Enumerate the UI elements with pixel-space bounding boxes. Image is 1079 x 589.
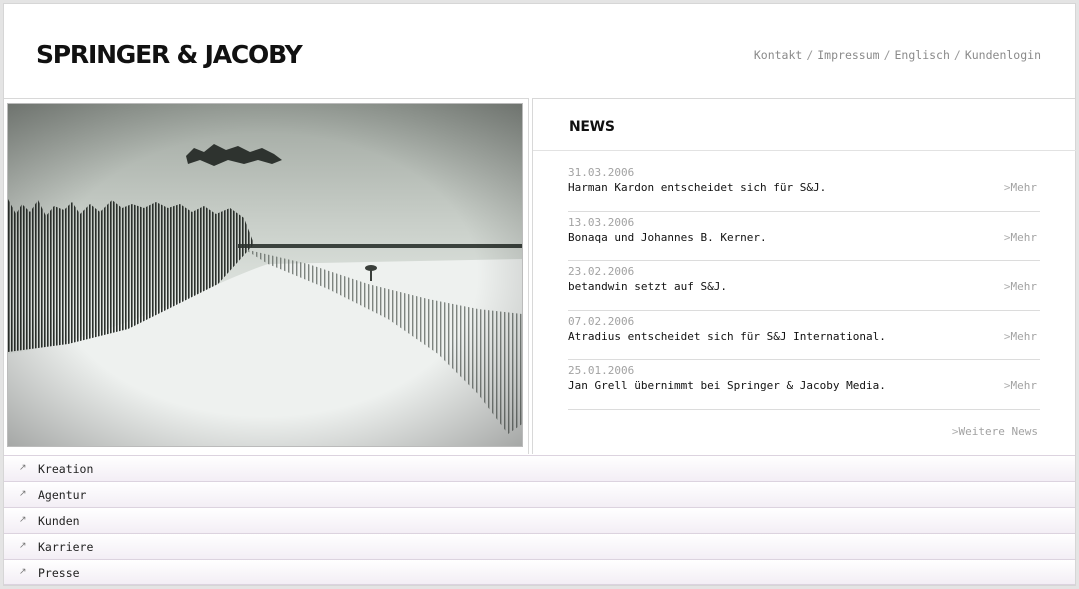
nav-item-label: Kreation [38, 462, 94, 476]
news-date: 07.02.2006 [568, 314, 635, 328]
more-news-link[interactable]: >Weitere News [952, 425, 1038, 438]
nav-item-label: Presse [38, 566, 80, 580]
news-headline[interactable]: Atradius entscheidet sich für S&J Intern… [568, 330, 886, 343]
hero-landscape-graphic [8, 104, 522, 446]
top-link-englisch[interactable]: Englisch [895, 48, 950, 62]
nav-item-presse[interactable]: ↗ Presse [4, 559, 1075, 585]
caret-icon: > [1003, 230, 1011, 244]
top-link-kontakt[interactable]: Kontakt [754, 48, 802, 62]
news-more-label: Mehr [1010, 379, 1038, 392]
news-header: NEWS [533, 99, 1076, 151]
top-link-separator: / [883, 48, 891, 62]
arrow-icon: ↗ [19, 567, 27, 577]
top-link-impressum[interactable]: Impressum [817, 48, 879, 62]
hero-image[interactable] [7, 103, 523, 447]
news-date: 25.01.2006 [568, 364, 635, 377]
news-item: 07.02.2006 Atradius entscheidet sich für… [568, 311, 1040, 360]
arrow-icon: ↗ [19, 515, 27, 525]
top-link-separator: / [953, 48, 961, 62]
news-panel: NEWS 31.03.2006 Harman Kardon entscheide… [532, 98, 1076, 454]
nav-item-kreation[interactable]: ↗ Kreation [4, 455, 1075, 481]
news-item: 25.01.2006 Jan Grell übernimmt bei Sprin… [568, 360, 1040, 410]
news-headline[interactable]: Jan Grell übernimmt bei Springer & Jacob… [568, 379, 886, 392]
nav-item-karriere[interactable]: ↗ Karriere [4, 533, 1075, 559]
nav-item-label: Agentur [38, 488, 87, 502]
caret-icon: > [951, 425, 959, 438]
page-frame: SPRINGER & JACOBY Kontakt / Impressum / Engl… [3, 3, 1076, 586]
header: SPRINGER & JACOBY Kontakt / Impressum / Engl… [4, 4, 1075, 98]
news-more-link[interactable]: >Mehr [1004, 181, 1037, 194]
news-date: 23.02.2006 [568, 265, 635, 278]
news-more-label: Mehr [1010, 329, 1038, 343]
news-more-link[interactable]: >Mehr [1004, 330, 1037, 343]
nav-item-label: Karriere [38, 540, 94, 554]
news-date: 13.03.2006 [568, 215, 635, 229]
caret-icon: > [1003, 329, 1011, 343]
news-list: 31.03.2006 Harman Kardon entscheidet sic… [568, 162, 1040, 410]
news-more-label: Mehr [1010, 280, 1038, 293]
news-more-link[interactable]: >Mehr [1004, 280, 1037, 293]
news-date: 31.03.2006 [568, 166, 635, 179]
caret-icon: > [1003, 379, 1011, 392]
news-more-label: Mehr [1010, 181, 1038, 194]
top-link-separator: / [806, 48, 814, 62]
nav-item-agentur[interactable]: ↗ Agentur [4, 481, 1075, 507]
news-item: 13.03.2006 Bonaqa und Johannes B. Kerner… [568, 212, 1040, 261]
arrow-icon: ↗ [19, 489, 27, 499]
top-navigation: Kontakt / Impressum / Englisch / Kundenlogin [754, 48, 1041, 62]
news-item: 23.02.2006 betandwin setzt auf S&J. >Meh… [568, 261, 1040, 311]
image-panel [4, 98, 529, 454]
news-headline[interactable]: Harman Kardon entscheidet sich für S&J. [568, 181, 826, 194]
nav-item-label: Kunden [38, 514, 80, 528]
top-link-kundenlogin[interactable]: Kundenlogin [965, 48, 1041, 62]
news-more-link[interactable]: >Mehr [1004, 231, 1037, 244]
arrow-icon: ↗ [19, 463, 27, 473]
arrow-icon: ↗ [19, 541, 27, 551]
news-headline[interactable]: betandwin setzt auf S&J. [568, 280, 727, 293]
caret-icon: > [1003, 280, 1011, 293]
news-headline[interactable]: Bonaqa und Johannes B. Kerner. [568, 231, 767, 244]
news-title: NEWS [569, 119, 615, 135]
news-item: 31.03.2006 Harman Kardon entscheidet sic… [568, 162, 1040, 212]
news-more-link[interactable]: >Mehr [1004, 379, 1037, 392]
caret-icon: > [1003, 181, 1011, 194]
logo[interactable]: SPRINGER & JACOBY [36, 40, 303, 69]
more-news-label: Weitere News [958, 425, 1038, 438]
news-more-label: Mehr [1010, 230, 1038, 244]
nav-item-kunden[interactable]: ↗ Kunden [4, 507, 1075, 533]
main-navigation: ↗ Kreation ↗ Agentur ↗ Kunden ↗ Karriere… [4, 455, 1075, 585]
